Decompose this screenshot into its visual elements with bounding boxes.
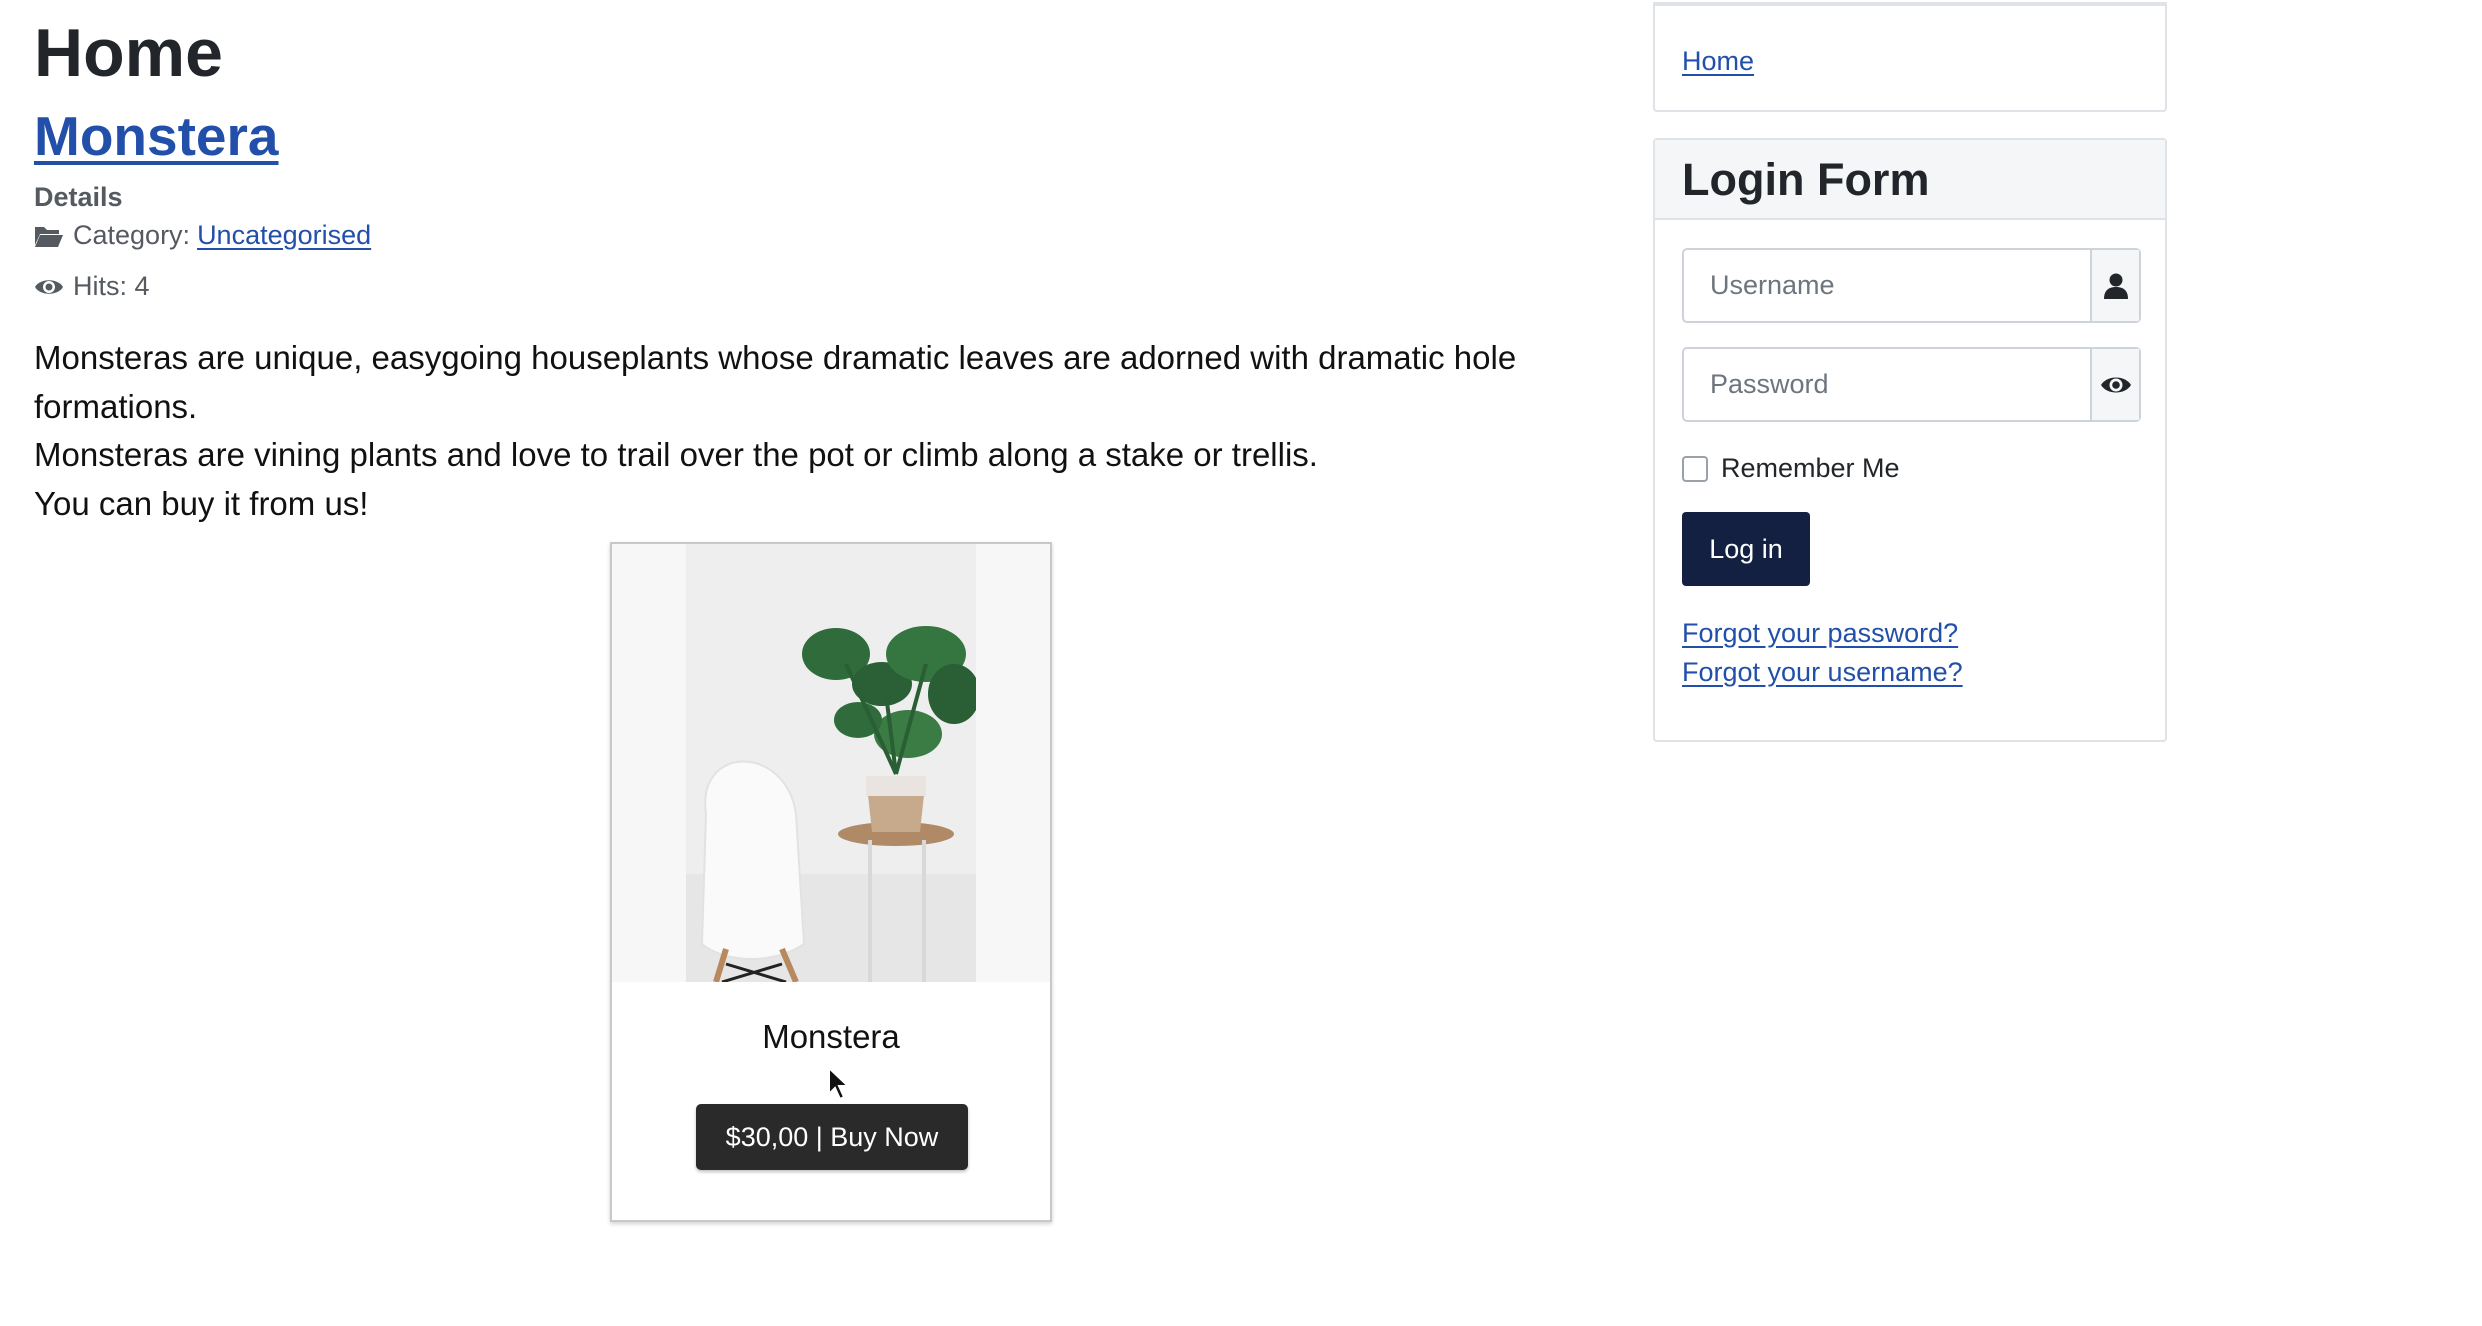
article-title-link[interactable]: Monstera <box>34 105 279 167</box>
login-form-header: Login Form <box>1655 140 2165 220</box>
eye-icon <box>2100 377 2131 392</box>
article-paragraph: Monsteras are unique, easygoing housepla… <box>34 339 1517 425</box>
remember-me-checkbox[interactable] <box>1682 455 1708 482</box>
login-form-title: Login Form <box>1682 154 1930 205</box>
login-form-module: Login Form Remember Me Log in Forgot you… <box>1653 138 2167 742</box>
article-body: Monsteras are unique, easygoing housepla… <box>34 334 1654 528</box>
remember-me-label: Remember Me <box>1721 453 1900 483</box>
category-label: Category: <box>73 220 191 250</box>
breadcrumb-home-link[interactable]: Home <box>1682 46 1754 77</box>
product-image <box>612 544 1050 982</box>
page-heading: Home <box>34 15 223 91</box>
show-password-toggle[interactable] <box>2090 349 2139 420</box>
username-input[interactable] <box>1684 250 2090 321</box>
details-label: Details <box>34 182 123 212</box>
eye-icon <box>34 274 64 300</box>
mouse-cursor-icon <box>827 1065 853 1107</box>
username-group <box>1682 248 2141 323</box>
product-card: Monstera $30,00 | Buy Now <box>610 542 1052 1222</box>
article-paragraph: You can buy it from us! <box>34 484 369 522</box>
user-icon <box>2090 250 2139 321</box>
remember-me[interactable]: Remember Me <box>1682 453 1900 484</box>
folder-open-icon <box>34 223 64 249</box>
article-paragraph: Monsteras are vining plants and love to … <box>34 436 1318 473</box>
forgot-username-link[interactable]: Forgot your username? <box>1682 653 1963 692</box>
buy-now-button[interactable]: $30,00 | Buy Now <box>696 1104 968 1170</box>
hits-label: Hits: 4 <box>73 271 150 301</box>
category-row: Category: Uncategorised <box>34 220 371 251</box>
product-name: Monstera <box>762 1018 900 1055</box>
password-input[interactable] <box>1684 349 2090 420</box>
login-button[interactable]: Log in <box>1682 512 1810 586</box>
article-title: Monstera <box>34 104 279 168</box>
breadcrumb-module: Home <box>1653 2 2167 112</box>
forgot-password-link[interactable]: Forgot your password? <box>1682 614 1963 653</box>
login-links: Forgot your password? Forgot your userna… <box>1682 614 1963 692</box>
password-group <box>1682 347 2141 422</box>
category-link[interactable]: Uncategorised <box>197 220 371 251</box>
hits-row: Hits: 4 <box>34 271 150 302</box>
